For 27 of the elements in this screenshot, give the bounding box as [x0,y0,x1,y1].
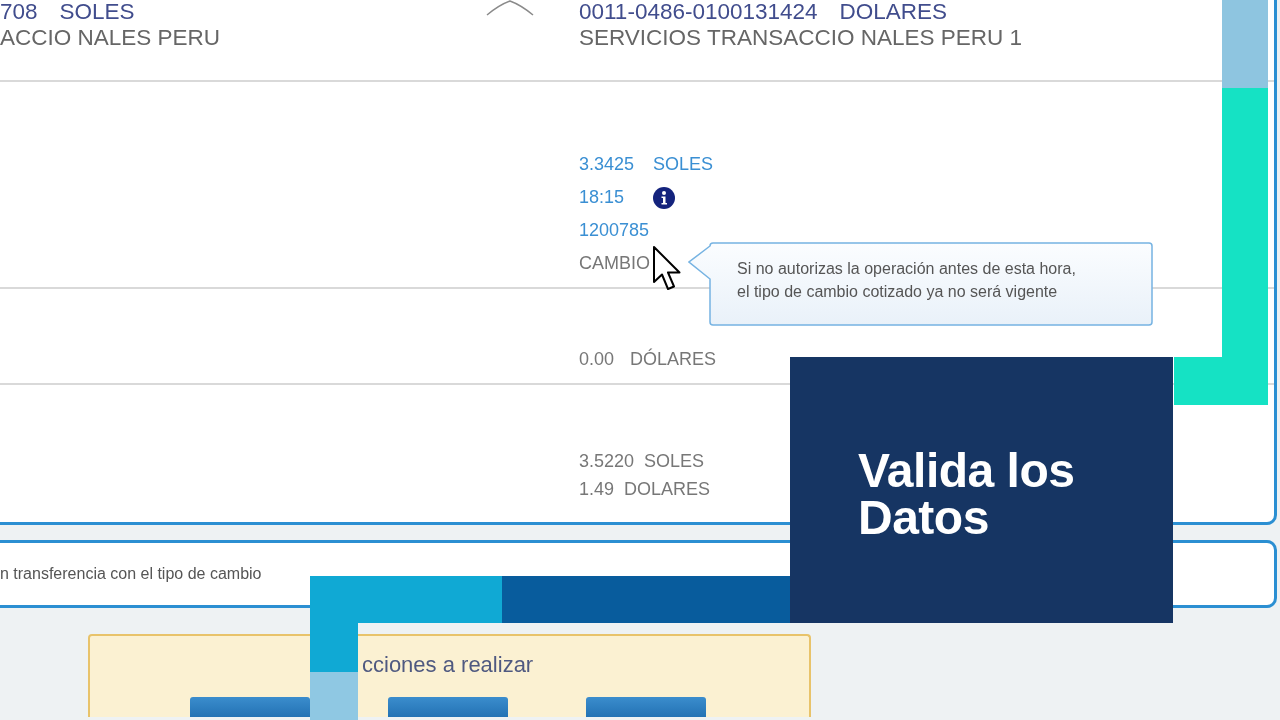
action-button[interactable] [388,697,508,717]
notice-text: n transferencia con el tipo de cambio [0,565,262,583]
account-number: 708 [0,0,38,24]
rate-currency: SOLES [653,154,714,175]
account-currency: SOLES [59,0,135,24]
tooltip: Si no autorizas la operación antes de esta hora, el tipo de cambio cotizado ya no será vigente [688,242,1153,326]
balance-currency: DÓLARES [630,347,717,371]
action-button[interactable] [586,697,706,717]
operation-number: 1200785 [579,220,650,241]
balance-amount: 0.00 [579,348,615,371]
action-button[interactable] [190,697,310,717]
account-number: 0011-0486-0100131424 [579,0,818,24]
account-currency: DOLARES [839,0,948,24]
total-currency: DOLARES [624,478,711,501]
cursor-icon [652,245,682,291]
total-amount: 3.5220 [579,450,635,473]
exchange-rate: 3.3425 [579,154,635,175]
account-holder: ACCIO NALES PERU [0,24,221,52]
card-title: Valida los Datos [858,447,1076,541]
total-amount: 1.49 [579,478,615,501]
expiry-time: 18:15 [579,187,625,208]
account-holder: SERVICIOS TRANSACCIO NALES PERU 1 [579,24,1023,52]
actions-title: cciones a realizar [362,652,534,678]
total-currency: SOLES [644,450,705,473]
chevron-icon [485,0,535,16]
info-icon[interactable] [653,186,675,209]
exchange-label: CAMBIO [579,253,650,274]
